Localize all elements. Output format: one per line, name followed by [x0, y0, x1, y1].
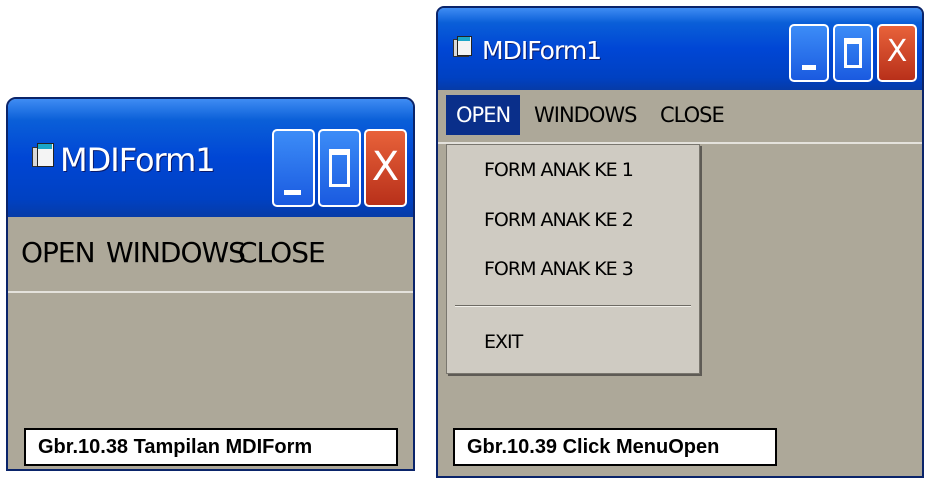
- title-bar[interactable]: MDIForm1 X: [8, 99, 413, 217]
- minimize-icon: [284, 190, 301, 195]
- menu-item-form-anak-1[interactable]: FORM ANAK KE 1: [484, 159, 634, 181]
- menu-windows[interactable]: WINDOWS: [534, 95, 637, 135]
- menu-open[interactable]: OPEN: [446, 95, 521, 135]
- menu-item-form-anak-2[interactable]: FORM ANAK KE 2: [484, 209, 634, 231]
- menu-item-form-anak-3[interactable]: FORM ANAK KE 3: [484, 258, 634, 280]
- mdi-window-menu-open: MDIForm1 X OPEN WINDOWS CLOSE FORM ANAK …: [436, 6, 924, 478]
- menu-bar: OPEN WINDOWS CLOSE: [438, 90, 922, 144]
- open-menu-dropdown: FORM ANAK KE 1 FORM ANAK KE 2 FORM ANAK …: [446, 144, 700, 374]
- maximize-button[interactable]: [833, 24, 873, 82]
- maximize-icon: [329, 149, 350, 187]
- close-icon: X: [371, 144, 400, 190]
- mdi-window-default: MDIForm1 X OPEN WINDOWS CLOSE: [6, 97, 415, 471]
- menu-close[interactable]: CLOSE: [238, 235, 326, 271]
- menu-windows[interactable]: WINDOWS: [106, 235, 246, 271]
- minimize-button[interactable]: [272, 129, 315, 207]
- window-title: MDIForm1: [60, 141, 216, 179]
- close-button[interactable]: X: [877, 24, 917, 82]
- maximize-icon: [844, 38, 862, 68]
- window-title: MDIForm1: [482, 36, 602, 65]
- menu-close[interactable]: CLOSE: [660, 95, 725, 135]
- minimize-icon: [802, 65, 816, 70]
- close-icon: X: [886, 34, 908, 69]
- maximize-button[interactable]: [318, 129, 361, 207]
- minimize-button[interactable]: [789, 24, 829, 82]
- menu-open[interactable]: OPEN: [21, 235, 96, 271]
- menu-separator: [455, 305, 691, 307]
- close-button[interactable]: X: [364, 129, 407, 207]
- title-bar[interactable]: MDIForm1 X: [438, 8, 922, 90]
- form-window-icon: [453, 36, 473, 58]
- menu-bar: OPEN WINDOWS CLOSE: [8, 217, 413, 293]
- form-window-icon: [32, 143, 54, 169]
- figure-caption-1: Gbr.10.38 Tampilan MDIForm: [24, 428, 398, 466]
- menu-item-exit[interactable]: EXIT: [484, 331, 523, 353]
- figure-caption-2: Gbr.10.39 Click MenuOpen: [453, 428, 777, 466]
